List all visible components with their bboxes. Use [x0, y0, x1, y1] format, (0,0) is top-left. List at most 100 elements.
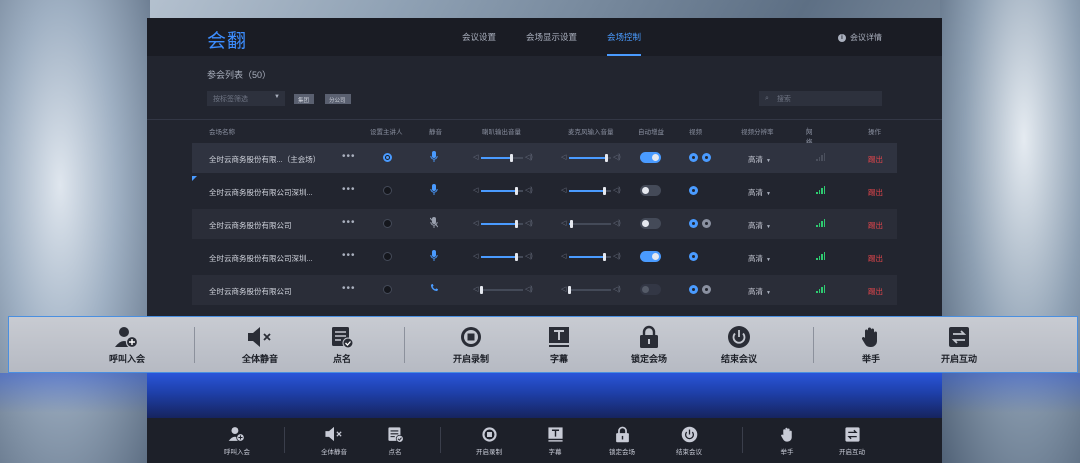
tag-filter-select[interactable]: 按标签筛选 ▼ — [207, 91, 285, 106]
mic-icon[interactable] — [430, 250, 438, 264]
resolution-select[interactable]: 高清 ▼ — [748, 286, 771, 297]
end-meeting-button[interactable]: 结束会议 — [699, 325, 779, 365]
mic-volume-slider[interactable]: ◁ ◁) — [561, 153, 621, 163]
lock-venue-button-small[interactable]: 锁定会场 — [592, 425, 652, 456]
subtitle-button-small[interactable]: 字幕 — [525, 425, 585, 456]
call-in-button[interactable]: 呼叫入会 — [87, 325, 167, 365]
auto-gain-toggle[interactable] — [640, 152, 661, 163]
col-video-resolution: 视频分辨率 — [741, 129, 774, 136]
kick-out-button[interactable]: 踢出 — [868, 187, 883, 198]
tag-crumb-branch[interactable]: 分公司 — [325, 94, 351, 104]
mic-volume-slider[interactable]: ◁ ◁) — [561, 219, 621, 229]
network-signal-icon — [816, 153, 825, 161]
kick-out-button[interactable]: 踢出 — [868, 286, 883, 297]
meeting-detail-link[interactable]: i 会议详情 — [838, 32, 882, 43]
lock-venue-button[interactable]: 锁定会场 — [609, 325, 689, 365]
power-icon — [659, 425, 719, 443]
more-options-icon[interactable]: ••• — [342, 250, 356, 261]
kick-out-button[interactable]: 踢出 — [868, 253, 883, 264]
resolution-value: 高清 — [748, 188, 763, 197]
resolution-select[interactable]: 高清 ▼ — [748, 154, 771, 165]
camera-icon[interactable] — [689, 219, 698, 228]
video-icons[interactable] — [689, 252, 702, 263]
raise-hand-icon — [757, 425, 817, 443]
end-meeting-button-small[interactable]: 结束会议 — [659, 425, 719, 456]
more-options-icon[interactable]: ••• — [342, 283, 356, 294]
mute-all-button[interactable]: 全体静音 — [220, 325, 300, 365]
speaker-volume-slider[interactable]: ◁ ◁) — [473, 153, 533, 163]
tag-crumb-group[interactable]: 集团 — [294, 94, 315, 104]
speaker-volume-slider[interactable]: ◁ ◁) — [473, 186, 533, 196]
roll-call-button-small[interactable]: 点名 — [365, 425, 425, 456]
camera-icon[interactable] — [689, 153, 698, 162]
speaker-volume-slider[interactable]: ◁ ◁) — [473, 252, 533, 262]
interact-icon — [919, 325, 999, 349]
mute-all-button-small[interactable]: 全体静音 — [304, 425, 364, 456]
start-interaction-button[interactable]: 开启互动 — [919, 325, 999, 365]
auto-gain-toggle[interactable] — [640, 251, 661, 262]
tab-meeting-settings[interactable]: 会议设置 — [447, 18, 511, 56]
info-icon: i — [838, 33, 846, 42]
kick-out-button[interactable]: 踢出 — [868, 154, 883, 165]
meeting-toolbar-small: 呼叫入会 全体静音 点名 开启录制 字幕 锁定会场 结束会议 举手 开启互动 — [147, 418, 942, 463]
end-meeting-label-small: 结束会议 — [676, 449, 702, 456]
lock-icon — [592, 425, 652, 443]
presenter-radio[interactable] — [383, 219, 392, 228]
video-icons[interactable] — [689, 219, 715, 230]
search-input[interactable]: ⌕ 搜索 — [759, 91, 882, 106]
camera-off-icon[interactable] — [702, 285, 711, 294]
camera-icon[interactable] — [689, 252, 698, 261]
camera-icon[interactable] — [689, 285, 698, 294]
speaker-volume-slider[interactable]: ◁ ◁) — [473, 219, 533, 229]
start-interaction-button-small[interactable]: 开启互动 — [822, 425, 882, 456]
presenter-radio[interactable] — [383, 153, 392, 162]
raise-hand-button[interactable]: 举手 — [831, 325, 911, 365]
start-recording-button[interactable]: 开启录制 — [431, 325, 511, 365]
chevron-down-icon: ▼ — [274, 94, 280, 100]
record-icon — [459, 425, 519, 443]
kick-out-button[interactable]: 踢出 — [868, 220, 883, 231]
mic-icon[interactable] — [430, 151, 438, 165]
mic-volume-slider[interactable]: ◁ ◁) — [561, 285, 621, 295]
presenter-radio[interactable] — [383, 252, 392, 261]
speaker-volume-slider[interactable]: ◁ ◁) — [473, 285, 533, 295]
mic-volume-slider[interactable]: ◁ ◁) — [561, 186, 621, 196]
presenter-radio[interactable] — [383, 186, 392, 195]
tab-venue-display-settings[interactable]: 会场显示设置 — [511, 18, 592, 56]
auto-gain-toggle[interactable] — [640, 284, 661, 295]
camera-icon[interactable] — [702, 153, 711, 162]
more-options-icon[interactable]: ••• — [342, 184, 356, 195]
mute-all-icon — [220, 325, 300, 349]
raise-hand-icon — [831, 325, 911, 349]
video-icons[interactable] — [689, 285, 715, 296]
video-icons[interactable] — [689, 153, 715, 164]
video-icons[interactable] — [689, 186, 702, 197]
mic-volume-slider[interactable]: ◁ ◁) — [561, 252, 621, 262]
subtitle-button[interactable]: 字幕 — [519, 325, 599, 365]
venue-name: 全时云商务股份有限...（主会场） — [209, 155, 321, 164]
tab-venue-control[interactable]: 会场控制 — [592, 18, 656, 56]
camera-icon[interactable] — [689, 186, 698, 195]
phone-icon[interactable] — [430, 283, 439, 295]
mic-icon[interactable] — [430, 184, 438, 198]
mic-muted-icon[interactable] — [429, 217, 439, 231]
auto-gain-toggle[interactable] — [640, 185, 661, 196]
raise-hand-button-small[interactable]: 举手 — [757, 425, 817, 456]
resolution-select[interactable]: 高清 ▼ — [748, 187, 771, 198]
roll-call-button[interactable]: 点名 — [302, 325, 382, 365]
more-options-icon[interactable]: ••• — [342, 217, 356, 228]
resolution-select[interactable]: 高清 ▼ — [748, 220, 771, 231]
resolution-select[interactable]: 高清 ▼ — [748, 253, 771, 264]
call-in-button-small[interactable]: 呼叫入会 — [207, 425, 267, 456]
record-icon — [431, 325, 511, 349]
more-options-icon[interactable]: ••• — [342, 151, 356, 162]
chevron-down-icon: ▼ — [766, 191, 771, 197]
presenter-radio[interactable] — [383, 285, 392, 294]
start-recording-button-small[interactable]: 开启录制 — [459, 425, 519, 456]
camera-off-icon[interactable] — [702, 219, 711, 228]
mute-all-label-small: 全体静音 — [321, 449, 347, 456]
col-presenter: 设置主讲人 — [370, 129, 403, 136]
auto-gain-toggle[interactable] — [640, 218, 661, 229]
search-placeholder: 搜索 — [776, 95, 791, 103]
search-icon: ⌕ — [765, 94, 769, 102]
